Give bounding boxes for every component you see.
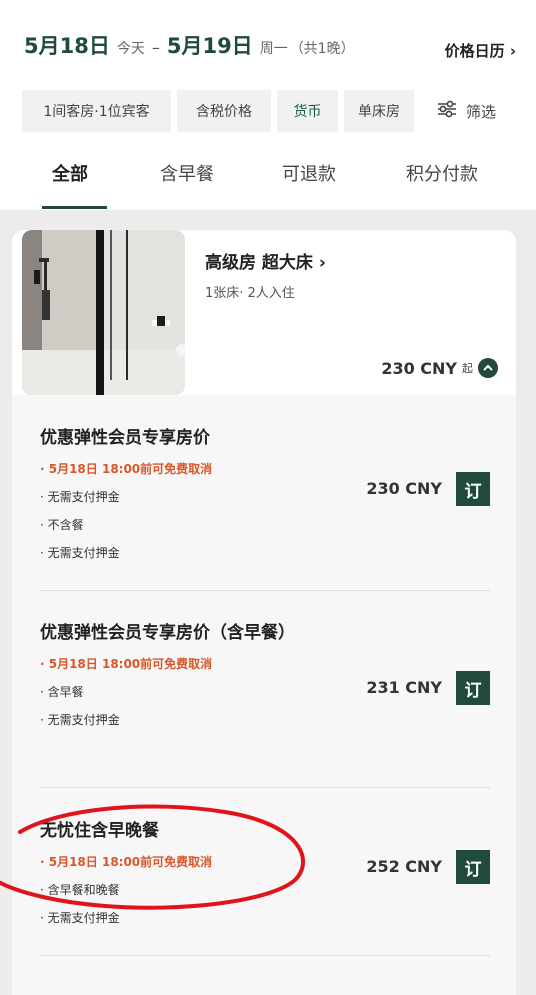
rate-divider bbox=[40, 590, 490, 591]
rate-tabs: 全部 含早餐 可退款 积分付款 bbox=[0, 160, 536, 210]
rate-item: 无忧住含早晚餐 · 5月18日 18:00前可免费取消 · 含早餐和晚餐 · 无… bbox=[40, 818, 490, 958]
tab-breakfast[interactable]: 含早餐 bbox=[160, 160, 214, 186]
currency-chip[interactable]: 货币 bbox=[277, 90, 338, 132]
book-button[interactable]: 订 bbox=[456, 850, 490, 884]
book-button[interactable]: 订 bbox=[456, 472, 490, 506]
nights-count: （共1晚） bbox=[289, 41, 355, 57]
tab-all[interactable]: 全部 bbox=[52, 160, 88, 186]
checkin-date: 5月18日 bbox=[24, 34, 110, 58]
from-price-value: 230 CNY bbox=[381, 358, 457, 378]
single-bed-chip[interactable]: 单床房 bbox=[344, 90, 414, 132]
rate-price: 230 CNY bbox=[366, 479, 442, 498]
rate-item: 优惠弹性会员专享房价（含早餐） · 5月18日 18:00前可免费取消 · 含早… bbox=[40, 620, 490, 780]
room-photo[interactable] bbox=[22, 230, 185, 395]
rate-item: 优惠弹性会员专享房价 · 5月18日 18:00前可免费取消 · 无需支付押金 … bbox=[40, 425, 490, 585]
rate-list: 优惠弹性会员专享房价 · 5月18日 18:00前可免费取消 · 无需支付押金 … bbox=[12, 395, 516, 995]
filter-label: 筛选 bbox=[466, 102, 497, 121]
date-range[interactable]: 5月18日 今天 – 5月19日 周一 （共1晚） bbox=[24, 30, 355, 66]
room-name[interactable]: 高级房 超大床 › bbox=[205, 248, 326, 273]
tax-included-chip[interactable]: 含税价格 bbox=[177, 90, 271, 132]
room-from-price[interactable]: 230 CNY 起 bbox=[381, 358, 498, 378]
rate-feature: · 无需支付押金 bbox=[40, 713, 120, 727]
checkin-day: 今天 bbox=[116, 41, 145, 57]
active-tab-indicator bbox=[42, 206, 107, 209]
rate-title: 优惠弹性会员专享房价 bbox=[40, 428, 210, 448]
filter-button[interactable]: 筛选 bbox=[436, 90, 496, 132]
rate-feature: · 无需支付押金 bbox=[40, 546, 120, 560]
room-meta: 1张床· 2人入住 bbox=[205, 286, 295, 301]
tab-refundable[interactable]: 可退款 bbox=[282, 160, 336, 186]
book-button[interactable]: 订 bbox=[456, 671, 490, 705]
rate-feature: · 含早餐和晚餐 bbox=[40, 883, 120, 897]
cancel-policy: · 5月18日 18:00前可免费取消 bbox=[40, 657, 213, 671]
rate-divider bbox=[40, 787, 490, 788]
filter-chips: 1间客房·1位宾客 含税价格 货币 单床房 bbox=[22, 90, 414, 132]
rate-divider bbox=[40, 955, 490, 956]
rate-price: 231 CNY bbox=[366, 678, 442, 697]
date-separator: – bbox=[151, 38, 160, 57]
price-calendar-link[interactable]: 价格日历 › bbox=[445, 40, 516, 61]
room-header[interactable]: 高级房 超大床 › 1张床· 2人入住 230 CNY 起 bbox=[12, 230, 516, 395]
chevron-up-icon[interactable] bbox=[478, 358, 498, 378]
rate-title: 优惠弹性会员专享房价（含早餐） bbox=[40, 623, 295, 643]
rate-title: 无忧住含早晚餐 bbox=[40, 821, 159, 841]
rate-feature: · 无需支付押金 bbox=[40, 911, 120, 925]
guests-chip[interactable]: 1间客房·1位宾客 bbox=[22, 90, 171, 132]
checkout-date: 5月19日 bbox=[166, 34, 253, 58]
from-price-suffix: 起 bbox=[462, 362, 473, 375]
rate-price: 252 CNY bbox=[366, 857, 442, 876]
checkout-day: 周一 bbox=[259, 41, 288, 57]
rate-feature: · 不含餐 bbox=[40, 518, 84, 532]
room-card: 高级房 超大床 › 1张床· 2人入住 230 CNY 起 优惠弹性会员专享房价… bbox=[12, 230, 516, 995]
sliders-icon bbox=[436, 100, 458, 122]
tab-points[interactable]: 积分付款 bbox=[406, 160, 478, 186]
cancel-policy: · 5月18日 18:00前可免费取消 bbox=[40, 462, 213, 476]
search-header: 5月18日 今天 – 5月19日 周一 （共1晚） 价格日历 › 1间客房·1位… bbox=[0, 0, 536, 210]
